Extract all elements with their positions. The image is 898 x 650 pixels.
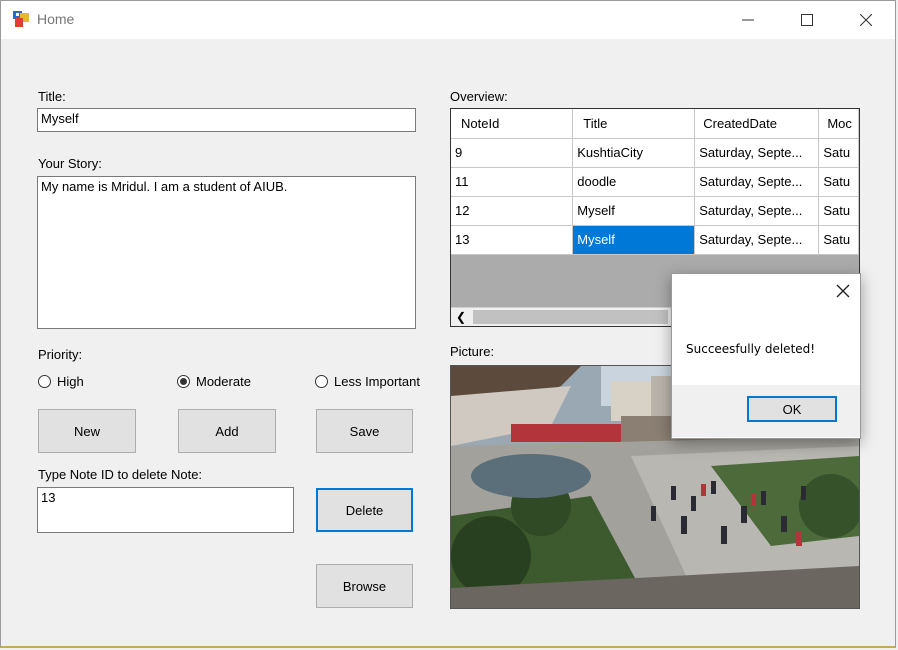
add-button[interactable]: Add [178, 409, 276, 453]
new-button[interactable]: New [38, 409, 136, 453]
table-header-row: NoteId Title CreatedDate Moc [451, 109, 859, 139]
radio-circle [315, 375, 328, 388]
radio-selected-dot [180, 378, 187, 385]
minimize-button[interactable] [719, 1, 777, 39]
table-cell[interactable]: doodle [572, 167, 696, 197]
table-row[interactable]: 9 KushtiaCity Saturday, Septe... Satu [451, 138, 859, 168]
radio-circle [38, 375, 51, 388]
save-button[interactable]: Save [316, 409, 413, 453]
table-cell[interactable]: 11 [451, 167, 574, 197]
scrollbar-thumb[interactable] [473, 310, 668, 324]
column-header[interactable]: CreatedDate [694, 109, 820, 139]
table-cell[interactable]: Satu [818, 167, 859, 197]
table-cell[interactable]: 12 [451, 196, 574, 226]
app-icon [13, 11, 29, 27]
priority-moderate-radio[interactable]: Moderate [177, 374, 251, 389]
overview-label: Overview: [450, 89, 508, 104]
table-cell[interactable]: Saturday, Septe... [694, 138, 820, 168]
column-header[interactable]: Moc [818, 109, 859, 139]
close-icon [836, 284, 850, 298]
table-cell-selected[interactable]: Myself [572, 225, 696, 255]
column-header[interactable]: Title [572, 109, 696, 139]
close-button[interactable] [837, 1, 895, 39]
priority-label: Priority: [38, 347, 83, 362]
title-label: Title: [38, 89, 66, 104]
title-input[interactable]: Myself [37, 108, 416, 132]
radio-label: Less Important [334, 374, 420, 389]
chevron-left-icon[interactable]: ❮ [453, 308, 469, 326]
table-cell[interactable]: Satu [818, 225, 859, 255]
maximize-button[interactable] [778, 1, 836, 39]
story-textarea[interactable]: My name is Mridul. I am a student of AIU… [37, 176, 416, 329]
table-cell[interactable]: Saturday, Septe... [694, 225, 820, 255]
close-icon [860, 14, 872, 26]
table-cell[interactable]: Satu [818, 138, 859, 168]
table-cell[interactable]: Saturday, Septe... [694, 167, 820, 197]
picture-label: Picture: [450, 344, 495, 359]
radio-label: High [57, 374, 84, 389]
table-row[interactable]: 11 doodle Saturday, Septe... Satu [451, 167, 859, 197]
dialog-close-button[interactable] [836, 284, 850, 301]
table-cell[interactable]: Myself [572, 196, 696, 226]
delete-id-label: Type Note ID to delete Note: [38, 467, 203, 482]
column-header[interactable]: NoteId [451, 109, 574, 139]
browse-button[interactable]: Browse [316, 564, 413, 608]
table-cell[interactable]: Saturday, Septe... [694, 196, 820, 226]
table-cell[interactable]: 9 [451, 138, 574, 168]
radio-circle [177, 375, 190, 388]
table-cell[interactable]: KushtiaCity [572, 138, 696, 168]
table-row[interactable]: 12 Myself Saturday, Septe... Satu [451, 196, 859, 226]
dialog-message: Succeesfully deleted! [686, 342, 816, 356]
message-dialog: Succeesfully deleted! OK [671, 273, 861, 439]
priority-less-important-radio[interactable]: Less Important [315, 374, 420, 389]
overview-table: NoteId Title CreatedDate Moc 9 KushtiaCi… [451, 109, 859, 255]
story-label: Your Story: [38, 156, 102, 171]
priority-high-radio[interactable]: High [38, 374, 84, 389]
table-cell[interactable]: 13 [451, 225, 574, 255]
window-title: Home [37, 11, 75, 27]
delete-button[interactable]: Delete [316, 488, 413, 532]
delete-id-input[interactable]: 13 [37, 487, 294, 533]
radio-label: Moderate [196, 374, 251, 389]
table-row[interactable]: 13 Myself Saturday, Septe... Satu [451, 225, 859, 255]
ok-button[interactable]: OK [747, 396, 837, 422]
table-cell[interactable]: Satu [818, 196, 859, 226]
title-bar: Home [1, 1, 895, 39]
maximize-icon [801, 14, 813, 26]
dialog-footer: OK [672, 385, 860, 437]
minimize-icon [742, 19, 754, 21]
